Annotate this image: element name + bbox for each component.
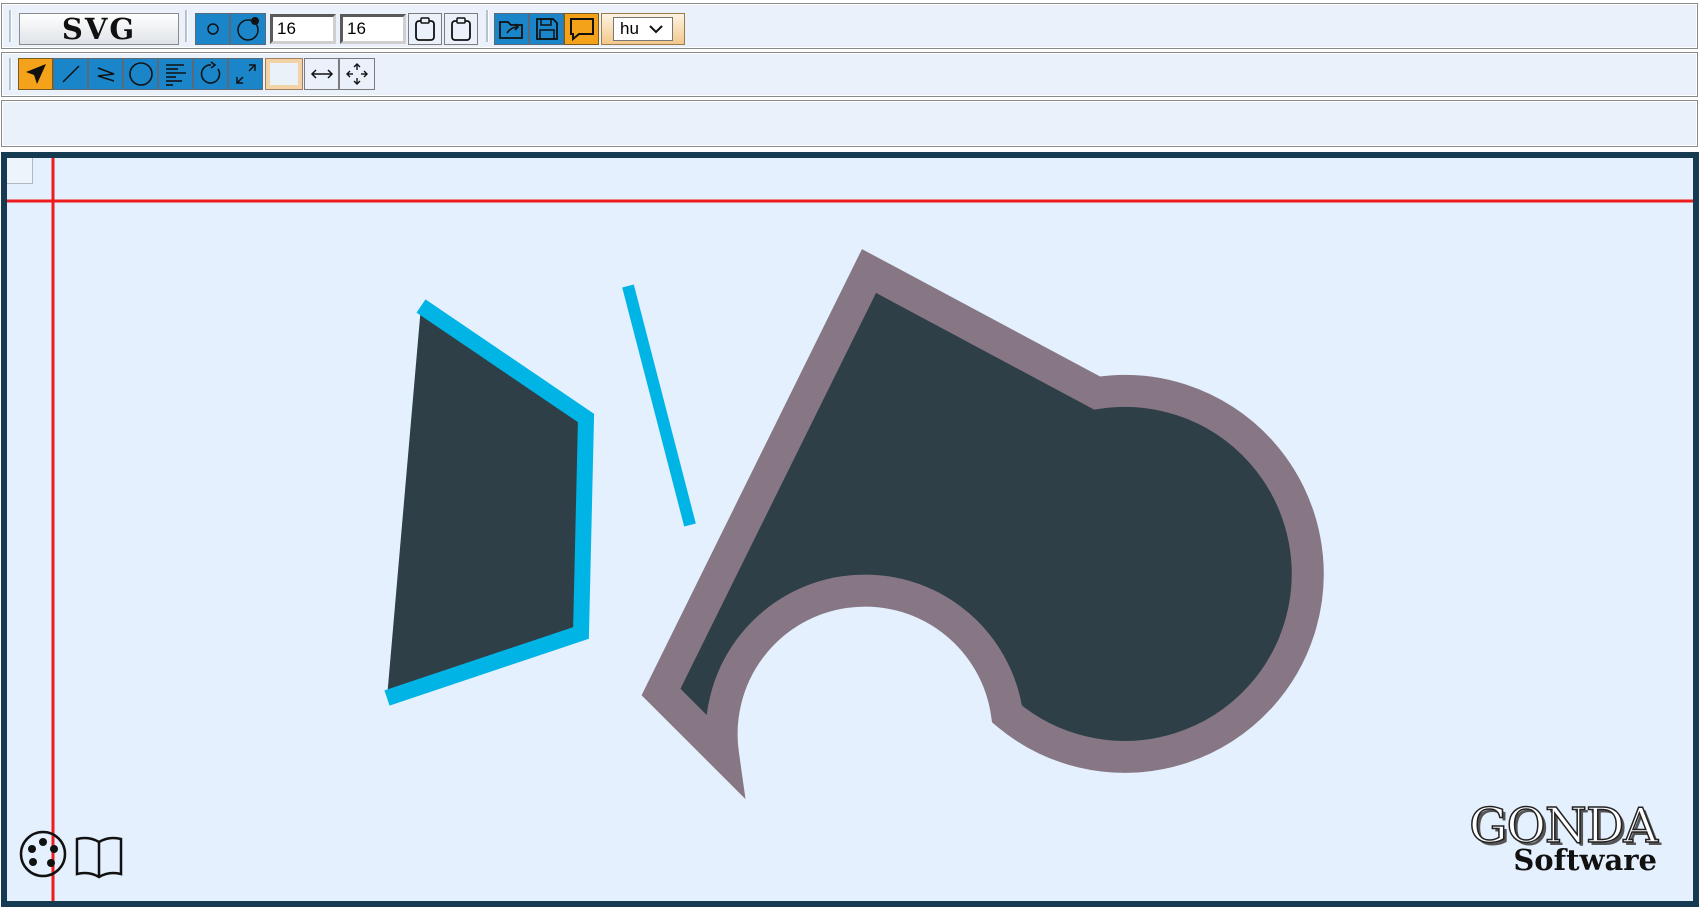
copy-button[interactable] bbox=[444, 13, 478, 45]
text-tool-button[interactable] bbox=[158, 58, 193, 90]
drawing-canvas[interactable]: GONDA Software bbox=[1, 152, 1699, 907]
color-swatch bbox=[270, 63, 298, 85]
language-select-wrapper: hu bbox=[601, 13, 685, 45]
line-shape[interactable] bbox=[622, 284, 696, 527]
open-folder-icon bbox=[498, 21, 523, 39]
toolbar-separator bbox=[9, 58, 12, 90]
palette-icon[interactable] bbox=[19, 830, 67, 878]
main-toolbar: SVG hu bbox=[1, 3, 1698, 49]
comment-button[interactable] bbox=[564, 13, 599, 45]
select-tool-button[interactable] bbox=[18, 58, 53, 90]
move-tool-button[interactable] bbox=[339, 58, 375, 90]
open-button[interactable] bbox=[494, 13, 529, 45]
width-input[interactable] bbox=[270, 14, 336, 44]
circle-tool-button[interactable] bbox=[123, 58, 158, 90]
rotate-icon bbox=[200, 61, 220, 84]
toolbar-separator bbox=[486, 10, 489, 42]
language-select[interactable]: hu bbox=[613, 17, 673, 41]
compound-shape[interactable] bbox=[641, 249, 1324, 800]
circle-with-dot-icon bbox=[237, 17, 259, 41]
save-button[interactable] bbox=[529, 13, 564, 45]
move-icon bbox=[346, 63, 368, 85]
small-circle-button[interactable] bbox=[195, 13, 230, 45]
line-tool-button[interactable] bbox=[53, 58, 88, 90]
canvas-svg bbox=[7, 158, 1693, 901]
paste-button[interactable] bbox=[408, 13, 442, 45]
svg-button[interactable]: SVG bbox=[19, 12, 179, 46]
small-circle-icon bbox=[206, 23, 219, 35]
horizontal-arrow-icon bbox=[310, 69, 333, 79]
polyline-tool-button[interactable] bbox=[88, 58, 123, 90]
horizontal-tool-button[interactable] bbox=[304, 58, 339, 90]
toolbar-separator bbox=[185, 10, 188, 42]
polyline-icon bbox=[97, 67, 114, 82]
gonda-logo: GONDA Software bbox=[1468, 801, 1658, 875]
chevron-down-icon bbox=[649, 25, 663, 34]
language-value: hu bbox=[620, 19, 639, 38]
align-text-icon bbox=[165, 64, 186, 86]
save-disk-icon bbox=[535, 18, 558, 40]
rotate-tool-button[interactable] bbox=[193, 58, 228, 90]
toolbar-separator bbox=[9, 10, 12, 42]
clipboard-icon bbox=[451, 17, 471, 41]
height-input[interactable] bbox=[340, 14, 406, 44]
clipboard-icon bbox=[415, 17, 435, 41]
tools-toolbar bbox=[1, 52, 1698, 97]
fill-color-button[interactable] bbox=[265, 58, 303, 90]
resize-icon bbox=[235, 64, 256, 84]
select-arrow-icon bbox=[25, 64, 46, 84]
resize-tool-button[interactable] bbox=[228, 58, 263, 90]
book-icon[interactable] bbox=[75, 836, 123, 879]
circle-dot-button[interactable] bbox=[230, 13, 266, 45]
circle-icon bbox=[128, 62, 153, 86]
line-icon bbox=[61, 65, 80, 83]
properties-bar bbox=[1, 100, 1698, 147]
speech-bubble-icon bbox=[569, 18, 594, 42]
